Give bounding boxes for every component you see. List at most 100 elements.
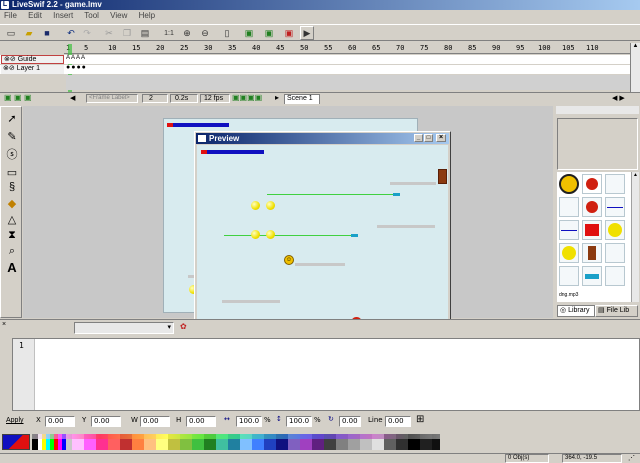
- current-color-swatch[interactable]: [2, 434, 30, 450]
- line-gutter: 1: [13, 339, 35, 410]
- script-editor[interactable]: 1: [12, 338, 640, 411]
- preview-title-bar[interactable]: Preview _ □ ×: [196, 133, 449, 144]
- undo-icon[interactable]: ↶: [64, 26, 78, 40]
- text-tool-icon[interactable]: A: [3, 259, 21, 275]
- export-icon[interactable]: ▣: [242, 26, 256, 40]
- scale-w-field[interactable]: 100.0: [236, 416, 262, 427]
- copy-icon[interactable]: ❐: [120, 26, 134, 40]
- menu-file[interactable]: File: [4, 11, 17, 20]
- delete-layer-icon[interactable]: ▣: [24, 93, 32, 102]
- page-icon[interactable]: ▯: [220, 26, 234, 40]
- resize-grip-icon[interactable]: ⋰: [628, 454, 635, 462]
- redo-icon[interactable]: ↷: [80, 26, 94, 40]
- width-field[interactable]: 0.00: [140, 416, 170, 427]
- cut-icon[interactable]: ✂: [102, 26, 116, 40]
- close-icon[interactable]: ×: [436, 134, 446, 142]
- menu-edit[interactable]: Edit: [28, 11, 42, 20]
- lock-icon[interactable]: ⊘: [9, 65, 15, 72]
- scene-tab[interactable]: Scene 1: [284, 94, 320, 104]
- zoom-out-icon[interactable]: ⊖: [198, 26, 212, 40]
- tab-file-lib[interactable]: ▤ File Lib: [595, 305, 638, 317]
- sound-asset-label[interactable]: dng.mp3: [559, 289, 579, 302]
- script-target-dropdown[interactable]: ▾: [74, 322, 174, 334]
- smiley-asset[interactable]: [559, 174, 579, 194]
- paste-icon[interactable]: ▤: [138, 26, 152, 40]
- menu-insert[interactable]: Insert: [53, 11, 73, 20]
- coin-sprite[interactable]: [266, 201, 275, 210]
- devil-asset[interactable]: [582, 174, 602, 194]
- laser-emitter[interactable]: [393, 193, 400, 196]
- coin-asset[interactable]: [605, 220, 625, 240]
- grid-icon[interactable]: ⊞: [416, 414, 424, 425]
- export-swf-icon[interactable]: ▣: [262, 26, 276, 40]
- arrow-tool-icon[interactable]: ➚: [3, 110, 21, 126]
- menu-help[interactable]: Help: [139, 11, 155, 20]
- library-scrollbar[interactable]: ▲: [631, 172, 639, 302]
- triangle-tool-icon[interactable]: △: [3, 211, 21, 227]
- add-folder-icon[interactable]: ▣: [14, 93, 22, 102]
- actual-size-icon[interactable]: 1:1: [162, 26, 176, 40]
- smiley-player-sprite[interactable]: ☺: [284, 255, 294, 265]
- apply-button[interactable]: Apply: [6, 417, 24, 424]
- line-asset[interactable]: [605, 197, 625, 217]
- platform[interactable]: [390, 182, 436, 185]
- scale-h-field[interactable]: 100.0: [286, 416, 312, 427]
- door-asset[interactable]: [582, 243, 602, 263]
- x-field[interactable]: 0.00: [45, 416, 75, 427]
- add-layer-icon[interactable]: ▣: [4, 93, 12, 102]
- empty-asset[interactable]: [605, 174, 625, 194]
- y-field[interactable]: 0.00: [91, 416, 121, 427]
- script-action-icon[interactable]: ✿: [180, 322, 187, 331]
- envelope-tool-icon[interactable]: ⧗: [3, 227, 21, 243]
- scroll-right-icon[interactable]: ◀ ▶: [612, 94, 625, 102]
- zoom-in-icon[interactable]: ⊕: [180, 26, 194, 40]
- coin-sprite[interactable]: [266, 230, 275, 239]
- new-file-icon[interactable]: ▭: [4, 26, 18, 40]
- open-folder-icon[interactable]: ▰: [22, 26, 36, 40]
- empty-asset[interactable]: [559, 266, 579, 286]
- small-asset[interactable]: [605, 266, 625, 286]
- coin-asset[interactable]: [559, 243, 579, 263]
- save-icon[interactable]: ■: [40, 26, 54, 40]
- play-icon[interactable]: ▶: [300, 26, 314, 40]
- empty-asset[interactable]: [605, 243, 625, 263]
- bezier-tool-icon[interactable]: §: [3, 179, 21, 195]
- tab-library[interactable]: ◎ Library: [557, 305, 595, 317]
- rectangle-tool-icon[interactable]: ▭: [3, 164, 21, 180]
- pencil-tool-icon[interactable]: ✎: [3, 128, 21, 144]
- coin-sprite[interactable]: [251, 201, 260, 210]
- paint-bucket-tool-icon[interactable]: ◆: [3, 195, 21, 211]
- line-width-field[interactable]: 0.00: [385, 416, 411, 427]
- menu-tool[interactable]: Tool: [84, 11, 99, 20]
- empty-asset[interactable]: [559, 197, 579, 217]
- red-block-asset[interactable]: [582, 220, 602, 240]
- minimize-icon[interactable]: _: [414, 134, 423, 142]
- platform[interactable]: [295, 263, 345, 266]
- door-sprite[interactable]: [438, 169, 447, 184]
- maximize-icon[interactable]: □: [424, 134, 433, 142]
- teal-block-asset[interactable]: [582, 266, 602, 286]
- lock-icon[interactable]: ⊘: [10, 56, 16, 63]
- laser-emitter[interactable]: [351, 234, 358, 237]
- scroll-left-icon[interactable]: ◀: [70, 94, 75, 102]
- coin-sprite[interactable]: [251, 230, 260, 239]
- layer-row-guide[interactable]: ⊗⊘ Guide A A A A: [0, 55, 630, 64]
- menu-view[interactable]: View: [110, 11, 127, 20]
- frame-label-field[interactable]: <Frame Label>: [86, 94, 138, 103]
- timeline-scrollbar-v[interactable]: ▲: [630, 43, 640, 92]
- preview-window[interactable]: Preview _ □ × ☺ ☻: [194, 131, 451, 335]
- zoom-tool-icon[interactable]: ⌕: [3, 243, 21, 259]
- platform[interactable]: [377, 225, 435, 228]
- panel-close-icon[interactable]: ×: [2, 321, 6, 328]
- line-asset[interactable]: [559, 220, 579, 240]
- scene-arrow-icon[interactable]: ▸: [275, 93, 279, 102]
- layer-row-1[interactable]: ⊗⊘ Layer 1 ●●●●: [0, 64, 630, 74]
- lasso-tool-icon[interactable]: ⓢ: [3, 146, 21, 162]
- preview-canvas[interactable]: ☺ ☻: [197, 145, 448, 333]
- platform[interactable]: [222, 300, 280, 303]
- record-icon[interactable]: ▣: [282, 26, 296, 40]
- height-field[interactable]: 0.00: [186, 416, 216, 427]
- devil-asset[interactable]: [582, 197, 602, 217]
- scene-icon[interactable]: ▣▣▣▣: [232, 93, 262, 102]
- rotation-field[interactable]: 0.00: [339, 416, 361, 427]
